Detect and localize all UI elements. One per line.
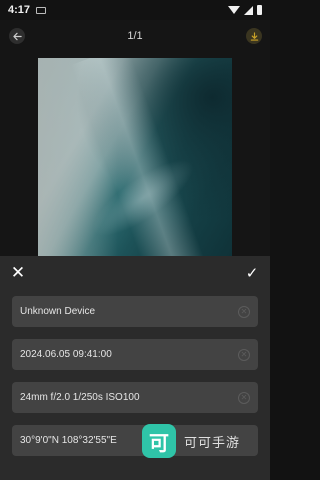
check-icon: ✓ xyxy=(245,265,259,282)
camera-params-field[interactable]: 24mm f/2.0 1/250s ISO100 ✕ xyxy=(12,382,258,413)
status-time: 4:17 xyxy=(8,4,31,16)
status-icons xyxy=(228,5,262,15)
close-button[interactable]: ✕ xyxy=(8,263,28,283)
top-bar: 1/1 xyxy=(0,20,270,52)
signal-icon xyxy=(244,5,253,15)
notification-icon xyxy=(36,6,47,14)
watermark-logo-icon: 可 xyxy=(142,424,176,458)
clear-icon[interactable]: ✕ xyxy=(238,305,250,318)
download-button[interactable] xyxy=(246,28,262,44)
download-icon xyxy=(250,31,258,41)
beach-photo[interactable] xyxy=(38,58,232,256)
confirm-button[interactable]: ✓ xyxy=(242,263,262,283)
back-button[interactable] xyxy=(9,28,25,44)
device-value: Unknown Device xyxy=(20,306,96,317)
status-bar: 4:17 xyxy=(0,0,270,20)
panel-header: ✕ ✓ xyxy=(0,256,270,290)
datetime-field[interactable]: 2024.06.05 09:41:00 ✕ xyxy=(12,339,258,370)
watermark-text: 可可手游 xyxy=(184,434,241,450)
watermark: 可 可可手游 xyxy=(142,422,262,460)
camera-params-value: 24mm f/2.0 1/250s ISO100 xyxy=(20,392,140,403)
clear-icon[interactable]: ✕ xyxy=(238,348,250,361)
image-counter: 1/1 xyxy=(127,30,143,42)
battery-icon xyxy=(257,5,262,15)
close-icon: ✕ xyxy=(10,263,26,282)
arrow-left-icon xyxy=(12,32,22,40)
image-viewer xyxy=(0,52,270,256)
device-field[interactable]: Unknown Device ✕ xyxy=(12,296,258,327)
datetime-value: 2024.06.05 09:41:00 xyxy=(20,349,112,360)
wifi-icon xyxy=(228,6,240,14)
clear-icon[interactable]: ✕ xyxy=(238,391,250,404)
location-value: 30°9'0"N 108°32'55"E xyxy=(20,435,117,446)
